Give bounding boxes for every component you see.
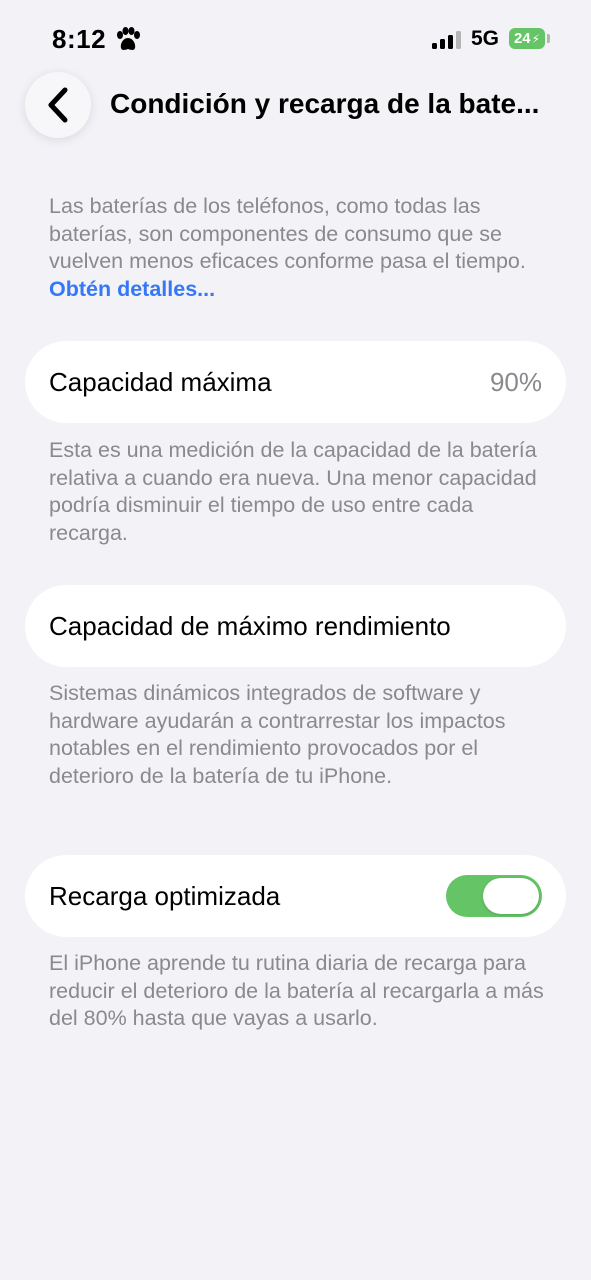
chevron-left-icon xyxy=(48,87,68,123)
maximum-capacity-footer: Esta es una medición de la capacidad de … xyxy=(49,438,537,545)
maximum-capacity-label: Capacidad máxima xyxy=(49,367,272,397)
network-type: 5G xyxy=(471,27,500,50)
signal-bars-icon xyxy=(432,31,461,49)
optimized-charging-label: Recarga optimizada xyxy=(49,881,281,911)
intro-description: Las baterías de los teléfonos, como toda… xyxy=(49,194,526,273)
charging-bolt-icon: ⚡ xyxy=(531,32,541,46)
learn-more-link[interactable]: Obtén detalles... xyxy=(49,277,215,301)
intro-text: Las baterías de los teléfonos, como toda… xyxy=(49,193,549,303)
optimized-charging-toggle[interactable] xyxy=(446,875,542,917)
peak-performance-label: Capacidad de máximo rendimiento xyxy=(49,611,451,641)
peak-performance-footer: Sistemas dinámicos integrados de softwar… xyxy=(49,681,506,788)
maximum-capacity-value: 90% xyxy=(489,367,542,397)
peak-performance-row: Capacidad de máximo rendimiento xyxy=(25,585,566,667)
optimized-charging-row: Recarga optimizada xyxy=(25,855,566,937)
battery-level: 24 xyxy=(513,30,531,47)
paw-icon xyxy=(117,27,140,50)
battery-icon: 24⚡ xyxy=(509,28,545,49)
battery-cap xyxy=(547,34,550,43)
toggle-knob xyxy=(483,878,539,914)
status-time: 8:12 xyxy=(52,24,107,54)
maximum-capacity-row: Capacidad máxima 90% xyxy=(25,341,566,423)
status-bar: 8:12 5G 24⚡ xyxy=(0,0,591,78)
optimized-charging-footer: El iPhone aprende tu rutina diaria de re… xyxy=(49,951,544,1030)
page-title: Condición y recarga de la bate... xyxy=(110,88,540,119)
back-button[interactable] xyxy=(25,72,91,138)
